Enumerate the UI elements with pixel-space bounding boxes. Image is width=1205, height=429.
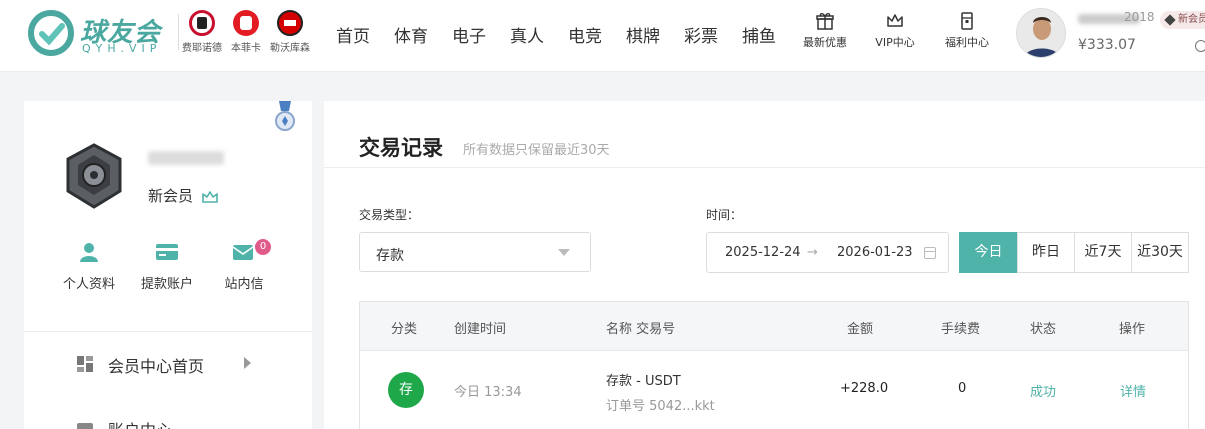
- nav-lottery[interactable]: 彩票: [684, 22, 718, 47]
- user-icon: [80, 243, 98, 262]
- divider: [24, 331, 312, 332]
- medal-icon: [275, 101, 295, 131]
- col-status: 状态: [1030, 322, 1057, 337]
- menu-label: 账户中心: [108, 417, 172, 429]
- category-badge: 存: [388, 372, 424, 408]
- promo-label: 最新优惠: [803, 36, 847, 49]
- partner-leverkusen[interactable]: 勒沃库森: [268, 10, 312, 54]
- range-30-days[interactable]: 近30天: [1131, 232, 1189, 273]
- transaction-table: 分类 创建时间 名称 交易号 金额 手续费 状态 操作 存 今日 13:34 存…: [359, 301, 1189, 429]
- unread-badge: 0: [255, 239, 271, 255]
- username-masked: [148, 151, 224, 165]
- promo-vip[interactable]: VIP中心: [872, 12, 918, 50]
- welfare-icon: [961, 12, 973, 30]
- quick-profile[interactable]: 个人资料: [54, 241, 124, 292]
- chevron-right-icon: [244, 357, 251, 369]
- range-yesterday[interactable]: 昨日: [1017, 232, 1075, 273]
- avatar[interactable]: [1016, 8, 1066, 58]
- nav-esports[interactable]: 电竞: [568, 22, 602, 47]
- col-amount: 金额: [847, 322, 874, 337]
- partner-label: 本菲卡: [231, 43, 261, 54]
- refresh-icon[interactable]: [1195, 40, 1205, 52]
- quick-inbox[interactable]: 0 站内信: [209, 239, 279, 292]
- account-balance: ¥333.07: [1078, 37, 1136, 53]
- card-icon: [156, 244, 178, 260]
- status: 成功: [1030, 385, 1057, 400]
- order-number: 订单号 5042...kkt: [606, 399, 715, 414]
- gift-icon: [816, 13, 834, 30]
- username-tail: 2018: [1124, 10, 1155, 24]
- benfica-badge-icon: [233, 10, 259, 36]
- page-subtitle: 所有数据只保留最近30天: [463, 143, 610, 158]
- table-row: 存 今日 13:34 存款 - USDT 订单号 5042...kkt +228…: [360, 352, 1188, 429]
- crown-icon: [887, 14, 903, 27]
- date-to[interactable]: 2026-01-23: [837, 245, 913, 260]
- range-7-days[interactable]: 近7天: [1074, 232, 1132, 273]
- promo-offers[interactable]: 最新优惠: [800, 12, 850, 50]
- transaction-name: 存款 - USDT: [606, 374, 681, 389]
- partner-feyenoord[interactable]: 费耶诺德: [180, 10, 224, 54]
- transaction-panel: 交易记录 所有数据只保留最近30天 交易类型： 存款 时间： 2025-12-2…: [324, 101, 1205, 429]
- nav-cards[interactable]: 棋牌: [626, 22, 660, 47]
- type-filter-label: 交易类型：: [359, 208, 420, 222]
- range-today[interactable]: 今日: [959, 232, 1018, 273]
- select-value: 存款: [376, 248, 404, 264]
- promo-label: VIP中心: [875, 36, 915, 49]
- wallet-icon: [77, 423, 93, 429]
- quick-withdraw-account[interactable]: 提款账户: [132, 241, 202, 292]
- calendar-icon[interactable]: [924, 247, 936, 259]
- quick-label: 站内信: [224, 277, 264, 292]
- menu-member-home[interactable]: 会员中心首页: [76, 353, 266, 376]
- promo-welfare[interactable]: 福利中心: [942, 12, 992, 50]
- partner-label: 勒沃库森: [270, 43, 310, 54]
- leverkusen-badge-icon: [277, 10, 303, 36]
- partner-benfica[interactable]: 本菲卡: [224, 10, 268, 54]
- page-title: 交易记录: [359, 136, 443, 160]
- col-category: 分类: [391, 322, 418, 337]
- crown-icon: [201, 190, 218, 203]
- menu-account-center[interactable]: 账户中心: [76, 417, 266, 429]
- feyenoord-badge-icon: [189, 10, 215, 36]
- date-range-picker[interactable]: 2025-12-24 → 2026-01-23: [706, 232, 949, 273]
- member-level-text: 新会员: [148, 187, 194, 205]
- logo-mark-icon: [28, 10, 74, 56]
- nav-slots[interactable]: 电子: [452, 22, 486, 47]
- chevron-down-icon: [558, 249, 570, 256]
- col-name-order: 名称 交易号: [606, 322, 676, 337]
- arrow-right-icon: →: [807, 245, 818, 260]
- created-time: 今日 13:34: [454, 385, 522, 400]
- col-action: 操作: [1119, 322, 1146, 337]
- brand-sub: QYH.VIP: [82, 42, 162, 55]
- fee: 0: [958, 381, 967, 396]
- quick-label: 个人资料: [62, 277, 115, 292]
- vip-level-tag[interactable]: 新会员: [1160, 11, 1205, 29]
- time-filter-label: 时间：: [706, 208, 743, 222]
- details-link[interactable]: 详情: [1120, 381, 1146, 400]
- top-header: 球友会 QYH.VIP 费耶诺德 本菲卡 勒沃库森 首页 体育 电子 真人 电竞…: [0, 0, 1205, 72]
- quick-label: 提款账户: [140, 277, 193, 292]
- rank-emblem-icon: [66, 143, 122, 209]
- partner-label: 费耶诺德: [182, 43, 222, 54]
- transaction-type-select[interactable]: 存款: [359, 232, 591, 272]
- nav-live[interactable]: 真人: [510, 22, 544, 47]
- col-fee: 手续费: [941, 322, 981, 337]
- mail-icon: [232, 245, 254, 260]
- member-sidebar: 新会员 个人资料 提款账户 0 站内信 会员中心首页: [24, 101, 312, 429]
- date-from[interactable]: 2025-12-24: [725, 245, 801, 260]
- table-header: 分类 创建时间 名称 交易号 金额 手续费 状态 操作: [360, 302, 1188, 351]
- nav-fishing[interactable]: 捕鱼: [742, 22, 776, 47]
- dashboard-icon: [77, 356, 93, 372]
- nav-sports[interactable]: 体育: [394, 22, 428, 47]
- divider: [324, 167, 1205, 168]
- promo-label: 福利中心: [945, 36, 989, 49]
- menu-label: 会员中心首页: [108, 357, 205, 376]
- col-created: 创建时间: [454, 322, 507, 337]
- amount: +228.0: [840, 381, 889, 396]
- brand-logo[interactable]: 球友会 QYH.VIP: [28, 8, 178, 60]
- nav-home[interactable]: 首页: [336, 22, 370, 47]
- divider: [178, 14, 179, 50]
- avatar-photo-icon: [1017, 9, 1065, 57]
- member-level: 新会员: [148, 185, 218, 206]
